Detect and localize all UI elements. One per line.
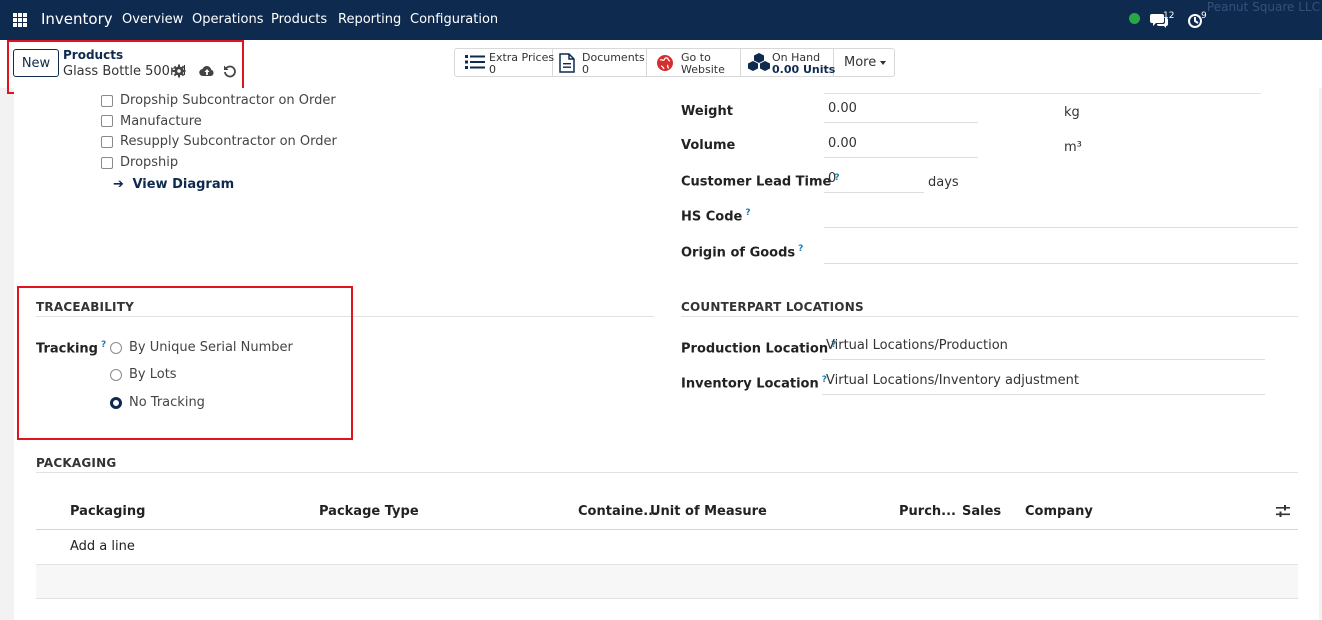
top-navbar: Inventory Overview Operations Products R…: [0, 0, 1322, 40]
field-underline: [824, 93, 1261, 94]
menu-reporting[interactable]: Reporting: [338, 12, 401, 27]
column-header-unit-of-measure[interactable]: Unit of Measure: [650, 504, 767, 519]
company-name: Peanut Square LLC: [1206, 0, 1320, 14]
origin-of-goods-label: Origin of Goods?: [681, 244, 804, 261]
add-a-line-link[interactable]: Add a line: [70, 539, 135, 554]
annotation-box-traceability: [17, 286, 353, 440]
volume-unit: m³: [1064, 140, 1082, 155]
route-label: Manufacture: [120, 114, 202, 129]
on-hand-button[interactable]: On Hand 0.00 Units: [741, 49, 836, 76]
messages-button[interactable]: 12: [1150, 11, 1176, 29]
extra-prices-button[interactable]: Extra Prices 0: [455, 49, 555, 76]
messages-count-badge: 12: [1163, 11, 1175, 21]
inventory-location-label: Inventory Location?: [681, 375, 827, 392]
route-checkbox[interactable]: [101, 115, 113, 127]
help-tooltip-icon[interactable]: ?: [798, 244, 803, 254]
weight-unit: kg: [1064, 105, 1080, 120]
hs-code-input[interactable]: [824, 206, 1298, 228]
extra-prices-label: Extra Prices: [489, 51, 555, 64]
column-header-sales[interactable]: Sales: [962, 504, 1001, 519]
documents-button[interactable]: Documents 0: [553, 49, 647, 76]
route-checkbox[interactable]: [101, 157, 113, 169]
volume-input[interactable]: 0.00: [824, 136, 978, 158]
go-to-website-button[interactable]: Go to Website: [647, 49, 741, 76]
arrow-right-icon: ➔: [113, 177, 124, 192]
route-label: Resupply Subcontractor on Order: [120, 134, 337, 149]
lead-time-unit: days: [928, 175, 959, 190]
documents-label: Documents: [582, 51, 645, 64]
documents-value: 0: [582, 63, 589, 76]
customer-lead-time-label: Customer Lead Time?: [681, 173, 840, 190]
help-tooltip-icon[interactable]: ?: [745, 208, 750, 218]
packaging-title: PACKAGING: [36, 456, 117, 470]
column-header-purchase[interactable]: Purch...: [899, 504, 956, 519]
caret-down-icon: [880, 60, 887, 65]
column-header-contained-qty[interactable]: Containe...: [578, 504, 658, 519]
go-to-website-value: Website: [681, 63, 725, 76]
app-brand[interactable]: Inventory: [41, 10, 113, 28]
table-row: [36, 565, 1298, 598]
section-separator: [36, 472, 1298, 473]
more-label: More: [844, 55, 887, 70]
globe-icon: [657, 55, 673, 71]
optional-columns-icon[interactable]: [1276, 504, 1290, 518]
counterpart-locations-title: COUNTERPART LOCATIONS: [681, 300, 864, 314]
more-button[interactable]: More: [834, 49, 894, 76]
route-checkbox[interactable]: [101, 136, 113, 148]
list-icon: [465, 55, 485, 69]
weight-input[interactable]: 0.00: [824, 101, 978, 123]
activities-count-badge: 9: [1201, 11, 1207, 21]
menu-operations[interactable]: Operations: [192, 12, 263, 27]
online-status-icon: [1129, 13, 1140, 24]
menu-configuration[interactable]: Configuration: [410, 12, 498, 27]
menu-products[interactable]: Products: [271, 12, 327, 27]
document-icon: [559, 53, 575, 73]
route-checkbox[interactable]: [101, 95, 113, 107]
extra-prices-value: 0: [489, 63, 496, 76]
column-header-package-type[interactable]: Package Type: [319, 504, 419, 519]
cubes-icon: [748, 53, 770, 71]
section-separator: [681, 316, 1298, 317]
column-header-company[interactable]: Company: [1025, 504, 1093, 519]
menu-overview[interactable]: Overview: [122, 12, 183, 27]
production-location-label: Production Location?: [681, 340, 837, 357]
column-header-packaging[interactable]: Packaging: [70, 504, 145, 519]
smart-buttons: Extra Prices 0 Documents 0 Go to Website: [454, 48, 895, 77]
origin-of-goods-input[interactable]: [824, 242, 1298, 264]
activities-button[interactable]: 9: [1187, 10, 1213, 30]
table-header-separator: [36, 529, 1298, 530]
table-row-separator: [36, 598, 1298, 599]
hs-code-label: HS Code?: [681, 208, 751, 225]
annotation-box-breadcrumb: [7, 40, 244, 94]
route-label: Dropship Subcontractor on Order: [120, 93, 336, 108]
weight-label: Weight: [681, 104, 733, 119]
volume-label: Volume: [681, 138, 736, 153]
view-diagram-link[interactable]: ➔ View Diagram: [113, 177, 234, 192]
apps-grid-icon[interactable]: [13, 13, 27, 27]
production-location-input[interactable]: Virtual Locations/Production: [822, 338, 1265, 360]
inventory-location-input[interactable]: Virtual Locations/Inventory adjustment: [822, 373, 1265, 395]
lead-time-input[interactable]: 0: [824, 171, 924, 193]
route-label: Dropship: [120, 155, 179, 170]
on-hand-value: 0.00 Units: [772, 63, 836, 76]
